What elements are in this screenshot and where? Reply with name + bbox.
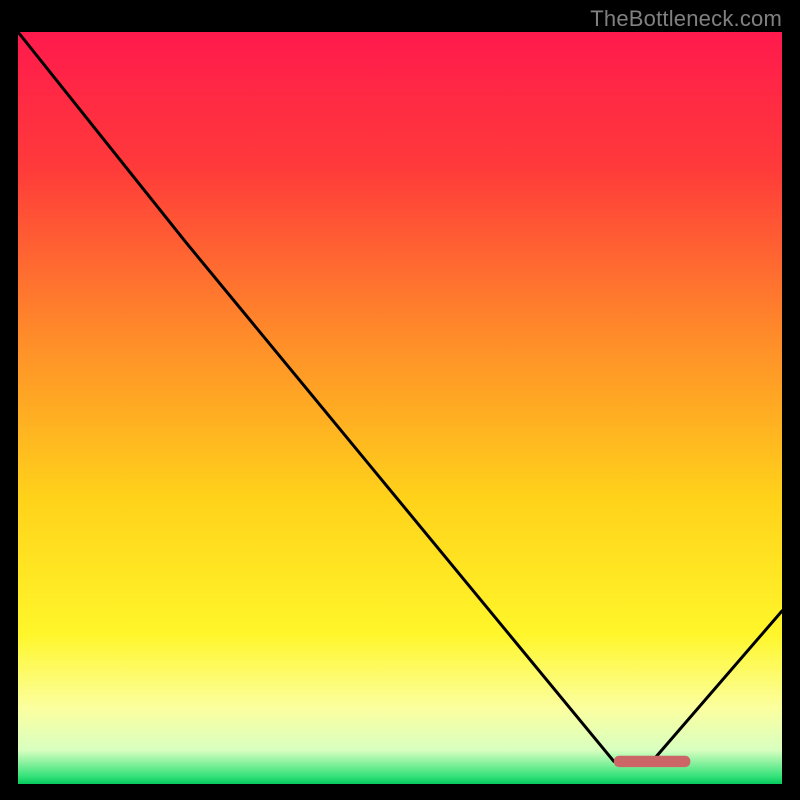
gradient-background — [18, 32, 782, 784]
highlight-marker — [614, 756, 690, 767]
watermark-text: TheBottleneck.com — [590, 6, 782, 32]
chart-frame: TheBottleneck.com — [0, 0, 800, 800]
chart-svg — [18, 32, 782, 784]
plot-area — [18, 32, 782, 784]
